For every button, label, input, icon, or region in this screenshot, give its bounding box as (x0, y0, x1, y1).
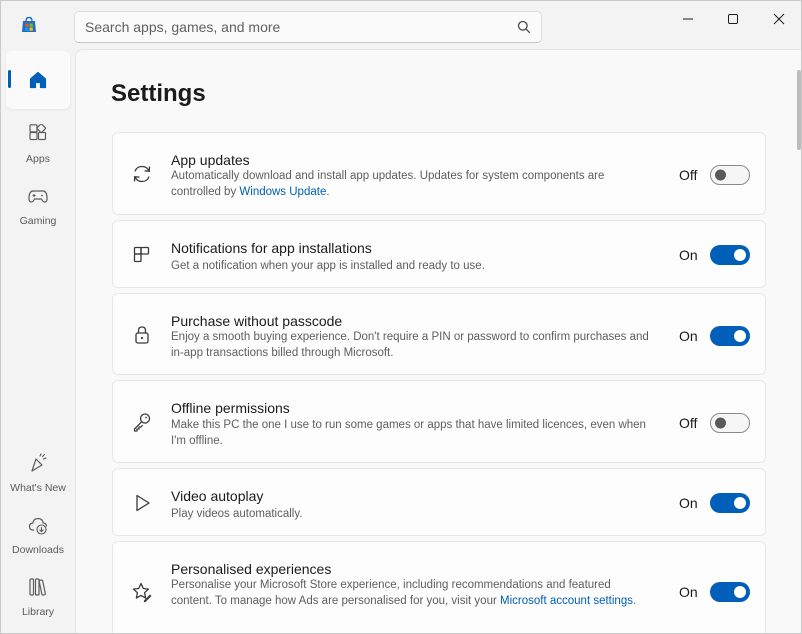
title-bar (1, 1, 801, 49)
setting-title: Personalised experiences (171, 561, 332, 577)
setting-description: Automatically download and install app u… (171, 168, 646, 200)
setting-personalised-experiences: Personalised experiences Personalise you… (112, 541, 766, 633)
nav-item-apps[interactable]: Apps (6, 114, 70, 172)
maximize-icon (728, 14, 738, 24)
windows-update-link[interactable]: Windows Update (239, 186, 326, 198)
nav-item-whats-new[interactable]: What's New (6, 443, 70, 501)
video-autoplay-toggle[interactable] (710, 493, 750, 513)
nav-item-gaming[interactable]: Gaming (6, 176, 70, 234)
setting-description: Get a notification when your app is inst… (171, 260, 485, 272)
sparkle-icon (31, 453, 47, 472)
setting-app-updates: App updates Automatically download and i… (112, 132, 766, 215)
setting-purchase-without-passcode: Purchase without passcode Enjoy a smooth… (112, 293, 766, 375)
notification-icon (133, 246, 150, 263)
offline-permissions-toggle[interactable] (710, 413, 750, 433)
close-button[interactable] (765, 7, 793, 31)
description-end: . (632, 595, 637, 607)
setting-title: App updates (171, 152, 250, 168)
store-window: Apps Gaming What's New Dow (0, 0, 802, 634)
active-indicator (8, 70, 11, 88)
nav-label-gaming: Gaming (19, 215, 57, 227)
download-icon (28, 517, 48, 535)
setting-notifications: Notifications for app installations Get … (112, 220, 766, 288)
setting-description: Make this PC the one I use to run some g… (171, 419, 646, 447)
setting-description: Play videos automatically. (171, 508, 303, 520)
apps-icon (29, 124, 47, 141)
toggle-state-label: On (679, 584, 698, 600)
library-icon (29, 578, 46, 596)
notifications-toggle[interactable] (710, 245, 750, 265)
star-edit-icon (132, 582, 152, 603)
gamepad-icon (28, 190, 48, 203)
maximize-button[interactable] (719, 7, 747, 31)
scrollbar[interactable] (797, 70, 801, 150)
lock-icon (135, 326, 149, 344)
refresh-icon (133, 165, 151, 183)
toggle-knob (734, 249, 746, 261)
toggle-state-label: Off (679, 167, 698, 183)
personalised-experiences-toggle[interactable] (710, 582, 750, 602)
search-box[interactable] (74, 11, 542, 43)
nav-label-apps: Apps (26, 153, 50, 165)
home-icon (29, 71, 47, 89)
nav-label-whats-new: What's New (10, 482, 66, 494)
nav-label-library: Library (21, 606, 55, 618)
toggle-state-label: On (679, 247, 698, 263)
microsoft-account-settings-link[interactable]: Microsoft account settings (500, 595, 633, 607)
setting-title: Notifications for app installations (171, 240, 372, 256)
settings-content: Settings App updates Automatically downl… (75, 49, 801, 633)
setting-description: Enjoy a smooth buying experience. Don't … (171, 331, 649, 359)
toggle-state-label: On (679, 328, 698, 344)
page-title: Settings (111, 80, 206, 107)
key-icon (133, 413, 151, 432)
search-icon[interactable] (517, 20, 531, 34)
minimize-icon (683, 18, 693, 20)
minimize-button[interactable] (674, 7, 702, 31)
search-input[interactable] (85, 12, 505, 42)
toggle-state-label: On (679, 495, 698, 511)
setting-offline-permissions: Offline permissions Make this PC the one… (112, 380, 766, 463)
description-text: Automatically download and install app u… (171, 170, 605, 198)
nav-item-downloads[interactable]: Downloads (6, 505, 70, 563)
setting-title: Video autoplay (171, 488, 264, 504)
nav-label-downloads: Downloads (12, 544, 64, 556)
toggle-knob (734, 586, 746, 598)
play-icon (136, 494, 150, 512)
left-nav: Apps Gaming What's New Downloads Library (1, 49, 75, 633)
toggle-knob (734, 330, 746, 342)
toggle-knob (715, 417, 726, 429)
setting-description: Personalise your Microsoft Store experie… (171, 577, 651, 609)
close-icon (773, 13, 785, 25)
toggle-knob (715, 169, 726, 181)
setting-title: Offline permissions (171, 400, 290, 416)
description-end: . (326, 186, 330, 198)
purchase-passcode-toggle[interactable] (710, 326, 750, 346)
toggle-state-label: Off (679, 415, 698, 431)
setting-title: Purchase without passcode (171, 313, 343, 329)
nav-item-home[interactable] (6, 51, 70, 109)
setting-video-autoplay: Video autoplay Play videos automatically… (112, 468, 766, 536)
store-logo-icon (22, 16, 36, 32)
app-updates-toggle[interactable] (710, 165, 750, 185)
nav-item-library[interactable]: Library (6, 567, 70, 625)
toggle-knob (734, 497, 746, 509)
